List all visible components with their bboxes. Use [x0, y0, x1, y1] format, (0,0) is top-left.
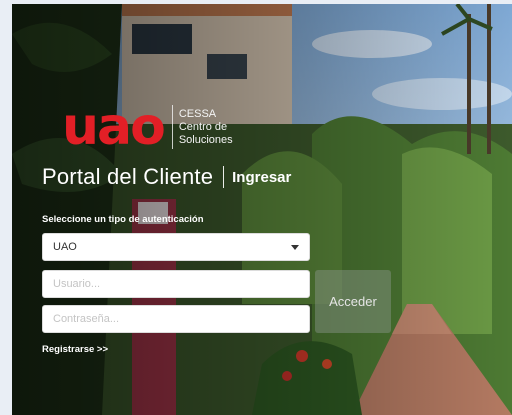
chevron-down-icon — [291, 244, 299, 250]
acceder-button[interactable]: Acceder — [315, 270, 391, 333]
title-divider — [223, 166, 225, 188]
auth-type-label: Seleccione un tipo de autenticación — [42, 214, 204, 225]
logo-divider — [171, 105, 173, 149]
password-field-wrapper — [42, 305, 310, 333]
ingresar-heading: Ingresar — [232, 168, 292, 186]
login-frame: uao CESSA Centro de Soluciones Portal de… — [12, 4, 512, 415]
portal-header: Portal del Cliente Ingresar — [42, 164, 291, 190]
cessa-line-3: Soluciones — [178, 133, 233, 146]
username-field-wrapper — [42, 270, 310, 298]
username-input[interactable] — [43, 271, 309, 297]
login-page: uao CESSA Centro de Soluciones Portal de… — [0, 0, 512, 415]
register-link[interactable]: Registrarse >> — [42, 344, 108, 355]
auth-type-select[interactable]: UAO — [42, 233, 310, 261]
portal-title: Portal del Cliente — [42, 164, 214, 189]
uao-cessa-logo: uao CESSA Centro de Soluciones — [62, 101, 233, 153]
cessa-line-2: Centro de — [178, 120, 228, 133]
auth-type-selected-value: UAO — [53, 241, 77, 253]
password-input[interactable] — [43, 306, 309, 332]
cessa-line-1: CESSA — [178, 107, 217, 120]
uao-logo-text: uao — [62, 97, 166, 157]
cessa-subtitle: CESSA Centro de Soluciones — [179, 108, 233, 147]
